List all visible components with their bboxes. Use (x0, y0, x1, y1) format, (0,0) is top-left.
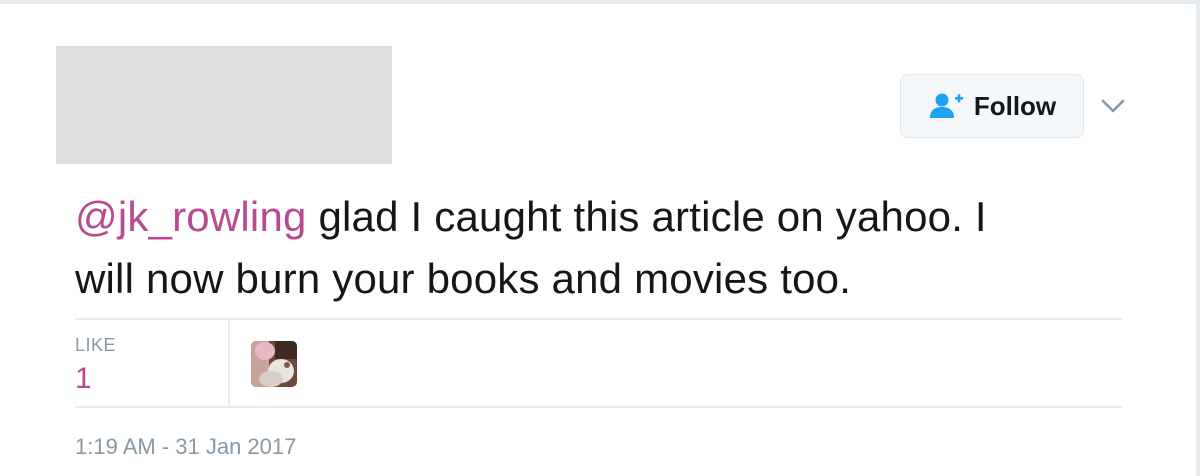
chevron-down-icon[interactable] (1098, 94, 1128, 118)
mention-link[interactable]: @jk_rowling (75, 193, 307, 240)
tweet-text-line-2: will now burn your books and movies too. (75, 255, 852, 302)
redacted-user-header (56, 46, 392, 164)
tweet-card: Follow @jk_rowling glad I caught this ar… (0, 0, 1200, 476)
card-top-border (0, 0, 1200, 4)
like-label: LIKE (75, 335, 117, 355)
liker-avatar[interactable] (251, 341, 297, 387)
stats-bottom-divider (75, 406, 1122, 408)
card-right-border (1196, 0, 1200, 476)
stats-top-divider (75, 318, 1122, 320)
tweet-text-line-1: glad I caught this article on yahoo. I (306, 193, 987, 240)
avatar-image (251, 341, 297, 387)
like-count[interactable]: 1 (75, 362, 92, 396)
tweet-text: @jk_rowling glad I caught this article o… (75, 186, 1135, 310)
follow-button[interactable]: Follow (900, 74, 1084, 138)
tweet-timestamp[interactable]: 1:19 AM - 31 Jan 2017 (75, 434, 296, 460)
stats-vertical-divider (228, 320, 230, 406)
follow-button-label: Follow (973, 90, 1057, 121)
add-user-icon (929, 93, 963, 118)
